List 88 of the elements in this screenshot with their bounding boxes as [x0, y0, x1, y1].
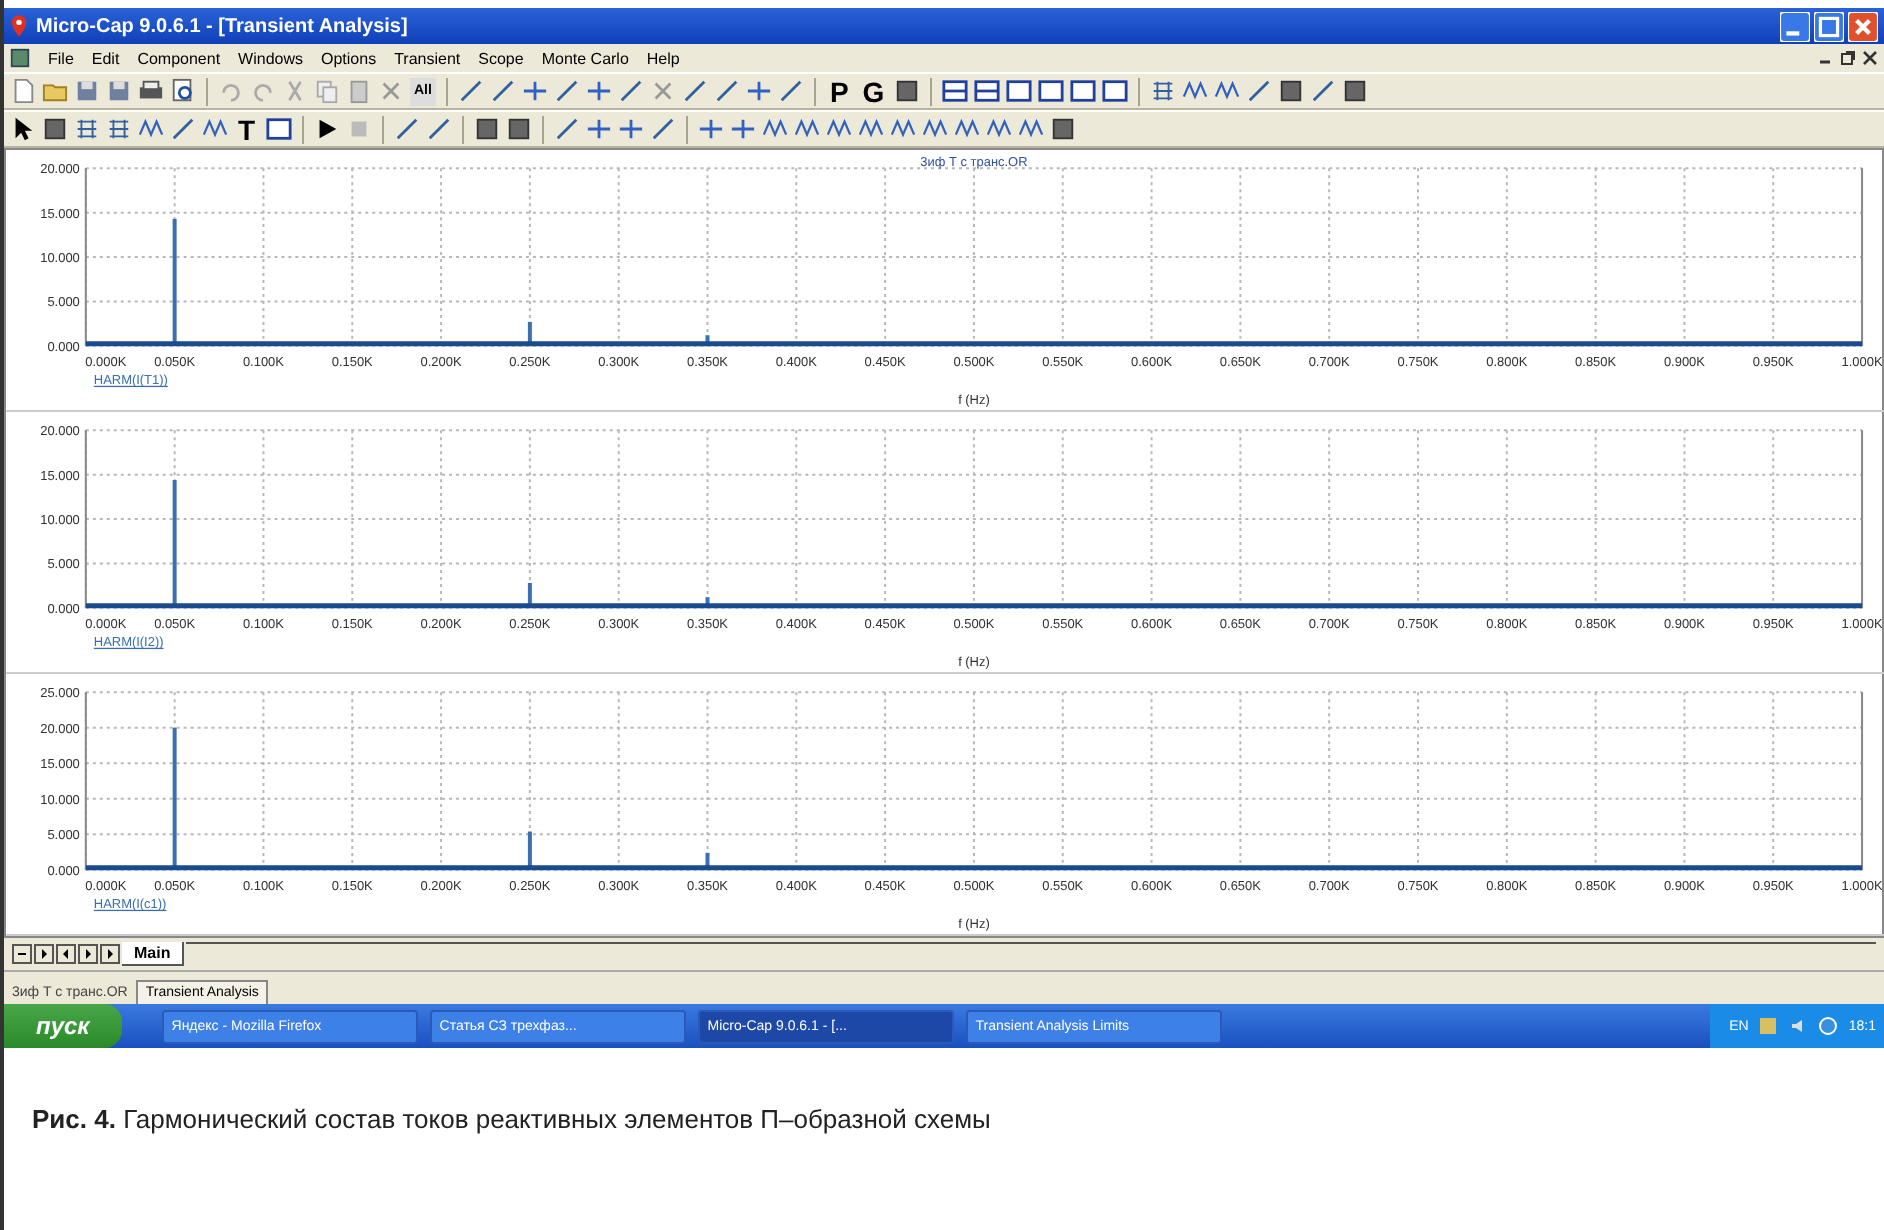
- menu-item[interactable]: Options: [321, 49, 377, 67]
- wave-icon[interactable]: [1017, 116, 1044, 142]
- line-icon[interactable]: [553, 78, 580, 104]
- wave-icon[interactable]: [825, 116, 852, 142]
- line-icon[interactable]: [649, 116, 676, 142]
- menu-item[interactable]: Edit: [91, 49, 120, 67]
- menu-item[interactable]: Scope: [478, 49, 524, 67]
- plus-icon[interactable]: [585, 78, 612, 104]
- wave-icon[interactable]: [985, 116, 1012, 142]
- line-icon[interactable]: [713, 78, 740, 104]
- bar: [527, 831, 532, 870]
- wave-icon[interactable]: [1214, 78, 1241, 104]
- plus-icon[interactable]: [521, 78, 548, 104]
- line-icon[interactable]: [425, 116, 452, 142]
- wave-icon[interactable]: [138, 116, 164, 142]
- wave-icon[interactable]: [921, 116, 948, 142]
- plus-icon[interactable]: [585, 116, 612, 142]
- window-icon[interactable]: [1038, 78, 1065, 104]
- square-icon[interactable]: [894, 78, 921, 104]
- window-icon[interactable]: [265, 116, 292, 142]
- minimize-icon[interactable]: [1780, 11, 1810, 41]
- document-icon[interactable]: [10, 48, 30, 68]
- bar: [172, 479, 177, 608]
- toolbar-button[interactable]: G: [858, 77, 889, 105]
- line-icon[interactable]: [489, 78, 516, 104]
- menu-item[interactable]: Help: [646, 49, 680, 67]
- magnifier-icon[interactable]: [170, 78, 196, 104]
- grid-icon[interactable]: [1150, 78, 1177, 104]
- wave-icon[interactable]: [857, 116, 884, 142]
- printer-icon[interactable]: [138, 78, 164, 104]
- bar: [705, 597, 710, 608]
- line-icon[interactable]: [777, 78, 804, 104]
- restore-icon[interactable]: [1840, 50, 1856, 66]
- menu-item[interactable]: Transient: [394, 49, 461, 67]
- toolbar-button[interactable]: P: [825, 77, 853, 105]
- bar: [705, 852, 710, 870]
- split-window-icon[interactable]: [974, 78, 1001, 104]
- window-icon[interactable]: [1070, 78, 1097, 104]
- split-window-icon[interactable]: [942, 78, 969, 104]
- square-icon[interactable]: [473, 116, 500, 142]
- wave-icon[interactable]: [202, 116, 228, 142]
- app-icon: [10, 14, 28, 38]
- maximize-icon[interactable]: [1814, 11, 1844, 41]
- wave-icon[interactable]: [889, 116, 916, 142]
- bar: [527, 321, 532, 346]
- line-icon[interactable]: [553, 116, 580, 142]
- menu-item[interactable]: Component: [137, 49, 221, 67]
- window-icon[interactable]: [1102, 78, 1129, 104]
- start-button[interactable]: пуск: [4, 1004, 122, 1048]
- square-icon[interactable]: [42, 116, 68, 142]
- window-icon[interactable]: [1006, 78, 1033, 104]
- bar: [705, 335, 710, 346]
- bar: [172, 727, 177, 870]
- plus-icon[interactable]: [729, 116, 756, 142]
- pointer-icon[interactable]: [10, 116, 36, 142]
- wave-icon[interactable]: [761, 116, 788, 142]
- page-tab[interactable]: Main: [122, 942, 185, 966]
- minus-icon[interactable]: [12, 944, 32, 964]
- page-icon[interactable]: [10, 78, 36, 104]
- wave-icon[interactable]: [1182, 78, 1209, 104]
- grid-icon[interactable]: [74, 116, 100, 142]
- line-icon[interactable]: [617, 78, 644, 104]
- clipboard-icon[interactable]: [346, 78, 372, 104]
- wave-icon[interactable]: [793, 116, 820, 142]
- line-icon[interactable]: [681, 78, 708, 104]
- line-icon[interactable]: [393, 116, 420, 142]
- text-tool-button[interactable]: T: [234, 115, 260, 143]
- plus-icon[interactable]: [617, 116, 644, 142]
- menu-item[interactable]: File: [48, 49, 74, 67]
- figure-caption: Рис. 4. Гармонический состав токов реактивных элементов П–образной схемы: [30, 1102, 993, 1134]
- menu-item[interactable]: Windows: [238, 49, 303, 67]
- line-icon[interactable]: [1310, 78, 1337, 104]
- line-icon[interactable]: [170, 116, 196, 142]
- bar: [527, 583, 532, 608]
- plus-icon[interactable]: [745, 78, 772, 104]
- plus-icon[interactable]: [697, 116, 724, 142]
- square-icon[interactable]: [1342, 78, 1369, 104]
- window-title: Micro-Cap 9.0.6.1 - [Transient Analysis]: [36, 15, 408, 37]
- square-icon[interactable]: [1278, 78, 1305, 104]
- menu-item[interactable]: Monte Carlo: [541, 49, 629, 67]
- close-icon[interactable]: [1862, 50, 1878, 66]
- grid-icon[interactable]: [106, 116, 132, 142]
- square-icon[interactable]: [1049, 116, 1076, 142]
- line-icon[interactable]: [457, 78, 484, 104]
- line-icon[interactable]: [1246, 78, 1273, 104]
- square-icon[interactable]: [505, 116, 532, 142]
- bar: [172, 218, 177, 346]
- wave-icon[interactable]: [953, 116, 980, 142]
